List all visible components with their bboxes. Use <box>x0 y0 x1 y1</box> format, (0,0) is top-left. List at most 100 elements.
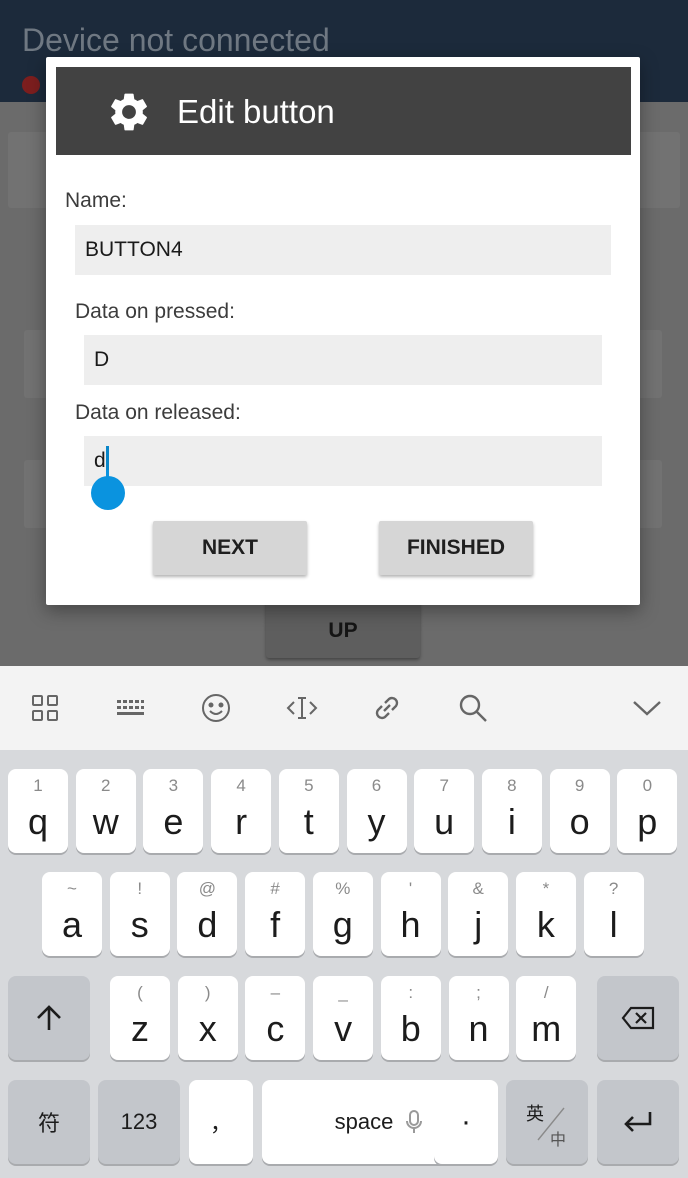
key-e[interactable]: 3e <box>143 769 204 853</box>
search-icon[interactable] <box>453 688 493 728</box>
microphone-icon <box>406 1110 423 1133</box>
edit-button-dialog: Edit button Name: Data on pressed: Data … <box>46 57 640 605</box>
key-label: n <box>468 1008 489 1049</box>
key-w[interactable]: 2w <box>75 769 136 853</box>
key-hint: ( <box>137 983 143 1002</box>
key-f[interactable]: # f <box>245 872 306 956</box>
backspace-key[interactable] <box>597 976 679 1060</box>
status-indicator-dot <box>22 76 40 94</box>
key-k[interactable]: * k <box>515 872 576 956</box>
key-label: w <box>92 801 119 842</box>
key-label: g <box>332 904 353 945</box>
name-input[interactable] <box>75 225 611 275</box>
key-hint: & <box>472 879 484 898</box>
key-label: m <box>531 1008 562 1049</box>
key-hint: @ <box>198 879 217 898</box>
key-r[interactable]: 4r <box>211 769 272 853</box>
key-label: k <box>536 904 555 945</box>
released-data-input[interactable] <box>84 436 602 486</box>
key-label: b <box>400 1008 421 1049</box>
key-u[interactable]: 7u <box>414 769 475 853</box>
key-y[interactable]: 6y <box>346 769 407 853</box>
key-q[interactable]: 1q <box>8 769 68 853</box>
key-label: e <box>163 801 184 842</box>
key-label: d <box>197 904 218 945</box>
pressed-data-label: Data on pressed: <box>75 300 235 323</box>
cursor-handle[interactable] <box>91 470 125 510</box>
keyboard-toolbar <box>0 666 688 750</box>
shift-key[interactable] <box>8 976 90 1060</box>
key-label: h <box>400 904 421 945</box>
name-label: Name: <box>65 189 127 212</box>
key-hint: # <box>270 879 280 898</box>
key-hint: * <box>542 879 550 898</box>
key-label: u <box>434 801 455 842</box>
key-label: r <box>235 801 248 842</box>
key-hint: 6 <box>371 776 382 795</box>
key-hint: 8 <box>507 776 517 795</box>
finished-button[interactable]: FINISHED <box>379 521 533 575</box>
key-c[interactable]: – c <box>245 976 306 1060</box>
key-hint: ? <box>608 879 619 898</box>
key-label: f <box>270 904 281 945</box>
next-button[interactable]: NEXT <box>153 521 307 575</box>
collapse-icon[interactable] <box>627 688 667 728</box>
key-label: t <box>303 801 314 842</box>
key-label: j <box>474 904 483 945</box>
key-label: v <box>334 1008 353 1049</box>
text-cursor-icon[interactable] <box>282 688 322 728</box>
language-switch-key[interactable]: 英 中 <box>506 1080 588 1164</box>
link-icon[interactable] <box>367 688 407 728</box>
key-hint: ; <box>476 983 481 1002</box>
key-hint: 3 <box>168 776 179 795</box>
key-hint: 9 <box>574 776 585 795</box>
keyboard-icon[interactable] <box>110 688 150 728</box>
key-hint: 4 <box>236 776 246 795</box>
key-v[interactable]: _ v <box>313 976 374 1060</box>
comma-key[interactable]: ， <box>189 1080 253 1164</box>
key-hint: 5 <box>304 776 314 795</box>
key-l[interactable]: ? l <box>583 872 644 956</box>
period-key[interactable]: · <box>434 1080 498 1164</box>
key-hint: _ <box>338 983 348 1002</box>
key-hint: ) <box>204 983 211 1002</box>
key-hint: 0 <box>642 776 653 795</box>
grid-icon[interactable] <box>25 688 65 728</box>
enter-key[interactable] <box>597 1080 679 1164</box>
dialog-header: Edit button <box>56 67 631 155</box>
key-j[interactable]: & j <box>448 872 509 956</box>
key-x[interactable]: ) x <box>177 976 238 1060</box>
key-a[interactable]: ~ a <box>42 872 102 956</box>
key-label: s <box>130 904 149 945</box>
numbers-key[interactable]: 123 <box>98 1080 180 1164</box>
key-hint: : <box>408 983 414 1002</box>
key-i[interactable]: 8i <box>481 769 542 853</box>
emoji-icon[interactable] <box>196 688 236 728</box>
key-m[interactable]: / m <box>516 976 577 1060</box>
key-hint: ~ <box>67 879 77 898</box>
released-data-label: Data on released: <box>75 401 241 424</box>
up-button[interactable]: UP <box>266 598 420 658</box>
key-s[interactable]: ! s <box>109 872 170 956</box>
key-label: l <box>609 904 618 945</box>
key-h[interactable]: ' h <box>380 872 441 956</box>
key-n[interactable]: ; n <box>448 976 509 1060</box>
key-z[interactable]: (z <box>110 976 170 1060</box>
key-label: o <box>569 801 590 842</box>
pressed-data-input[interactable] <box>84 335 602 385</box>
key-label: x <box>198 1008 217 1049</box>
key-hint: / <box>543 983 549 1002</box>
key-label: q <box>27 801 49 842</box>
key-p[interactable]: 0p <box>617 769 678 853</box>
symbols-key[interactable]: 符 <box>8 1080 90 1164</box>
key-hint: ' <box>408 879 413 898</box>
key-label: i <box>507 801 516 842</box>
key-d[interactable]: @ d <box>177 872 238 956</box>
key-g[interactable]: % g <box>312 872 373 956</box>
key-b[interactable]: :b <box>380 976 441 1060</box>
key-hint: 1 <box>33 776 43 795</box>
connection-status-title: Device not connected <box>22 22 330 58</box>
key-t[interactable]: 5t <box>278 769 339 853</box>
key-label: z <box>131 1008 149 1049</box>
key-o[interactable]: 9o <box>549 769 610 853</box>
